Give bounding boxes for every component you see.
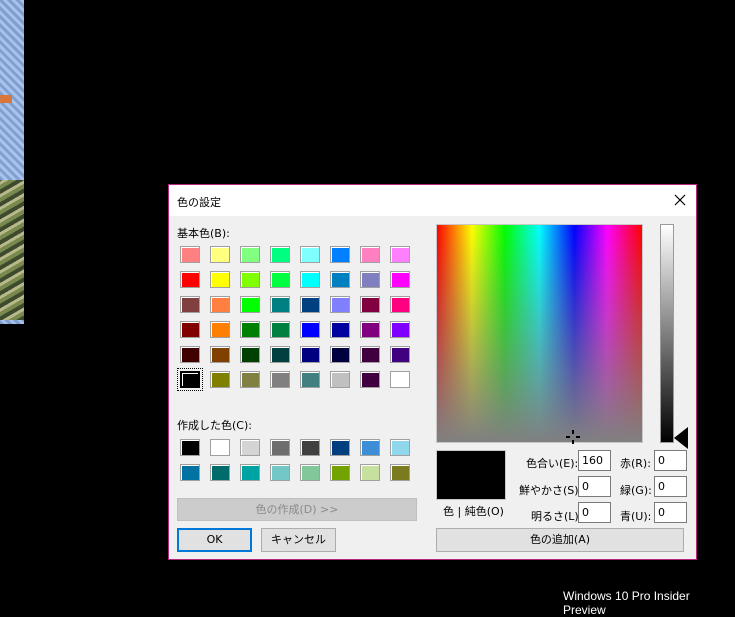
basic-color-swatch[interactable]: [360, 271, 380, 288]
custom-color-swatch[interactable]: [330, 464, 350, 481]
red-label: 赤(R):: [620, 457, 651, 470]
basic-color-swatch[interactable]: [270, 296, 290, 313]
basic-color-swatch[interactable]: [240, 271, 260, 288]
basic-color-swatch-selected[interactable]: [177, 368, 203, 391]
basic-colors-label: 基本色(B):: [177, 227, 230, 240]
custom-color-swatch[interactable]: [390, 464, 410, 481]
basic-color-swatch[interactable]: [330, 346, 350, 363]
custom-color-swatch[interactable]: [300, 439, 320, 456]
luminosity-slider[interactable]: [660, 224, 674, 443]
basic-color-swatch[interactable]: [300, 296, 320, 313]
hue-label: 色合い(E):: [526, 457, 579, 470]
custom-color-swatch[interactable]: [240, 439, 260, 456]
green-input[interactable]: 0: [654, 476, 687, 497]
basic-color-swatch[interactable]: [360, 371, 380, 388]
custom-color-swatch[interactable]: [270, 464, 290, 481]
basic-color-swatch[interactable]: [210, 321, 230, 338]
windows-edition-watermark: Windows 10 Pro Insider Preview: [563, 589, 690, 617]
basic-color-swatch[interactable]: [300, 371, 320, 388]
basic-color-swatch[interactable]: [210, 371, 230, 388]
color-preview: [436, 450, 506, 500]
custom-color-swatch[interactable]: [210, 439, 230, 456]
custom-color-swatch[interactable]: [180, 464, 200, 481]
basic-color-swatch[interactable]: [210, 271, 230, 288]
define-custom-colors-button[interactable]: 色の作成(D) >>: [177, 498, 417, 521]
desktop-wallpaper: [0, 0, 24, 324]
basic-color-swatch[interactable]: [390, 321, 410, 338]
red-input[interactable]: 0: [654, 450, 687, 471]
saturation-input[interactable]: 0: [578, 476, 611, 497]
wallpaper-detail: [0, 180, 24, 320]
custom-colors-label: 作成した色(C):: [177, 419, 252, 432]
luminosity-input[interactable]: 0: [578, 502, 611, 523]
cancel-button[interactable]: キャンセル: [261, 528, 336, 552]
custom-color-swatch[interactable]: [180, 439, 200, 456]
basic-color-swatch[interactable]: [300, 346, 320, 363]
saturation-label: 鮮やかさ(S):: [519, 484, 583, 497]
basic-color-swatch[interactable]: [180, 271, 200, 288]
green-label: 緑(G):: [620, 484, 652, 497]
basic-color-swatch[interactable]: [300, 321, 320, 338]
basic-color-swatch[interactable]: [390, 296, 410, 313]
basic-color-swatch[interactable]: [210, 296, 230, 313]
basic-color-swatch[interactable]: [330, 296, 350, 313]
basic-color-swatch[interactable]: [330, 246, 350, 263]
wallpaper-detail: [0, 95, 12, 103]
basic-color-swatch[interactable]: [180, 246, 200, 263]
dialog-title: 色の設定: [177, 196, 221, 209]
basic-color-swatch[interactable]: [330, 371, 350, 388]
color-solid-label: 色 | 純色(O): [443, 505, 504, 518]
color-dialog: 色の設定 基本色(B): 作成した色(C): 色の作成(D) >> OK キャン…: [168, 184, 697, 560]
basic-color-swatch[interactable]: [390, 246, 410, 263]
basic-color-swatch[interactable]: [390, 346, 410, 363]
blue-label: 青(U):: [620, 510, 652, 523]
basic-color-swatch[interactable]: [270, 371, 290, 388]
basic-color-swatch[interactable]: [240, 321, 260, 338]
custom-color-swatch[interactable]: [240, 464, 260, 481]
custom-color-swatch[interactable]: [360, 439, 380, 456]
title-bar[interactable]: 色の設定: [169, 185, 696, 216]
add-to-custom-colors-button[interactable]: 色の追加(A): [436, 528, 684, 552]
basic-color-swatch[interactable]: [180, 321, 200, 338]
custom-color-swatch[interactable]: [390, 439, 410, 456]
basic-color-swatch[interactable]: [180, 296, 200, 313]
basic-color-swatch[interactable]: [360, 296, 380, 313]
hue-input[interactable]: 160: [578, 450, 611, 471]
basic-color-swatch[interactable]: [330, 271, 350, 288]
luminosity-arrow-icon[interactable]: [674, 427, 688, 449]
basic-color-swatch[interactable]: [180, 346, 200, 363]
custom-color-swatch[interactable]: [330, 439, 350, 456]
basic-color-swatch[interactable]: [270, 346, 290, 363]
basic-color-swatch[interactable]: [210, 246, 230, 263]
basic-color-swatch[interactable]: [390, 371, 410, 388]
blue-input[interactable]: 0: [654, 502, 687, 523]
basic-color-swatch[interactable]: [270, 246, 290, 263]
basic-color-swatch[interactable]: [270, 321, 290, 338]
custom-color-swatch[interactable]: [210, 464, 230, 481]
ok-button[interactable]: OK: [177, 528, 252, 552]
basic-color-swatch[interactable]: [240, 371, 260, 388]
close-icon[interactable]: [664, 185, 696, 216]
basic-color-swatch[interactable]: [240, 246, 260, 263]
custom-color-swatch[interactable]: [300, 464, 320, 481]
basic-color-swatch[interactable]: [300, 246, 320, 263]
crosshair-cursor-icon[interactable]: [566, 430, 580, 444]
basic-color-swatch[interactable]: [360, 321, 380, 338]
basic-color-swatch[interactable]: [240, 296, 260, 313]
color-spectrum[interactable]: [436, 224, 643, 443]
basic-color-swatch[interactable]: [210, 346, 230, 363]
basic-color-swatch[interactable]: [360, 346, 380, 363]
custom-color-swatch[interactable]: [270, 439, 290, 456]
custom-color-swatch[interactable]: [360, 464, 380, 481]
basic-color-swatch[interactable]: [390, 271, 410, 288]
basic-color-swatch[interactable]: [300, 271, 320, 288]
basic-color-swatch[interactable]: [360, 246, 380, 263]
basic-color-swatch[interactable]: [240, 346, 260, 363]
basic-color-swatch[interactable]: [270, 271, 290, 288]
basic-color-swatch[interactable]: [330, 321, 350, 338]
luminosity-label: 明るさ(L):: [531, 510, 583, 523]
